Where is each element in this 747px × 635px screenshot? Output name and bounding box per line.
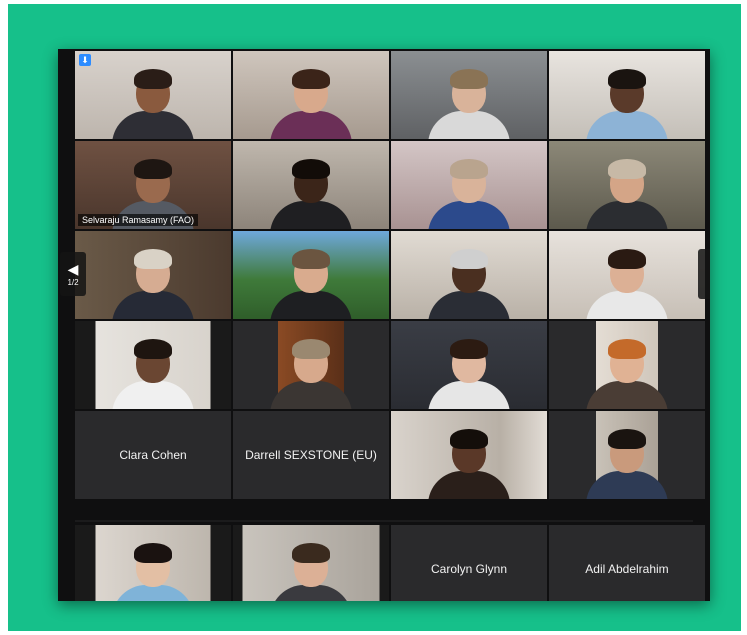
grid-divider xyxy=(75,520,693,522)
participant-name-tag: Selvaraju Ramasamy (FAO) xyxy=(78,214,199,226)
participant-tile[interactable] xyxy=(391,51,547,139)
participant-tile[interactable] xyxy=(549,321,705,409)
participant-tile-no-video[interactable]: Carolyn Glynn xyxy=(391,525,547,601)
participant-tile-active-speaker[interactable]: Selvaraju Ramasamy (FAO) xyxy=(75,141,231,229)
self-view-icon: ⬇ xyxy=(79,54,91,66)
video-meeting-window: ⬇ Selvaraju Ramasamy (FAO) Clara Cohen D… xyxy=(58,49,710,601)
participant-tile-no-video[interactable]: Adil Abdelrahim xyxy=(549,525,705,601)
participant-tile[interactable] xyxy=(75,231,231,319)
chevron-left-icon: ◀ xyxy=(67,260,79,277)
participant-tile[interactable] xyxy=(233,525,389,601)
participant-tile[interactable] xyxy=(233,141,389,229)
participant-name: Carolyn Glynn xyxy=(430,562,508,576)
previous-page-button[interactable]: ◀ 1/2 xyxy=(60,252,86,296)
participant-name: Clara Cohen xyxy=(119,448,187,462)
participant-name: Darrell SEXSTONE (EU) xyxy=(245,448,377,462)
next-page-button[interactable] xyxy=(698,249,710,299)
participant-tile[interactable] xyxy=(549,231,705,319)
participant-tile-no-video[interactable]: Darrell SEXSTONE (EU) xyxy=(233,411,389,499)
participant-tile[interactable]: ⬇ xyxy=(75,51,231,139)
participant-tile[interactable] xyxy=(233,321,389,409)
participant-tile[interactable] xyxy=(549,141,705,229)
participant-tile[interactable] xyxy=(391,231,547,319)
participant-tile[interactable] xyxy=(75,321,231,409)
page-indicator: 1/2 xyxy=(67,277,79,287)
participant-tile[interactable] xyxy=(549,411,705,499)
participant-tile[interactable] xyxy=(75,525,231,601)
green-backdrop: ⬇ Selvaraju Ramasamy (FAO) Clara Cohen D… xyxy=(8,4,741,631)
participant-tile-no-video[interactable]: Clara Cohen xyxy=(75,411,231,499)
participant-tile-active-speaker[interactable] xyxy=(233,231,389,319)
participant-tile[interactable] xyxy=(391,321,547,409)
participant-tile[interactable] xyxy=(391,141,547,229)
participant-tile[interactable] xyxy=(391,411,547,499)
participant-tile[interactable] xyxy=(233,51,389,139)
participant-name: Adil Abdelrahim xyxy=(585,562,669,576)
participant-tile[interactable] xyxy=(549,51,705,139)
